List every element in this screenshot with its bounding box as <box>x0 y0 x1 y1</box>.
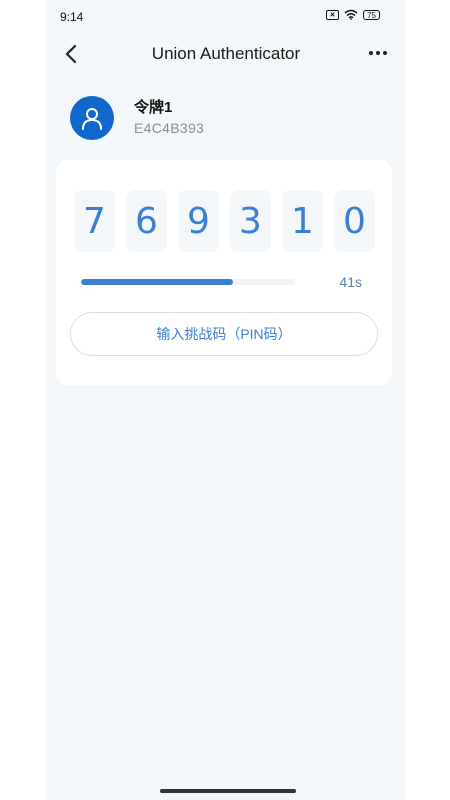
app-bar: Union Authenticator <box>46 34 406 74</box>
more-dot <box>383 51 387 55</box>
page-title: Union Authenticator <box>151 44 301 63</box>
otp-card: 7 6 9 3 1 0 41s 输入挑战码（PIN码） <box>56 160 392 385</box>
status-icons: 75 <box>326 9 380 20</box>
countdown-timer: 41s <box>339 274 362 290</box>
otp-digit: 3 <box>230 190 271 252</box>
account-name: 令牌1 <box>134 99 173 116</box>
account-serial: E4C4B393 <box>134 120 205 136</box>
account-header: 令牌1 E4C4B393 <box>70 96 370 144</box>
phone-screen: 9:14 75 Union Authenticator 令牌1 E4C4B393… <box>46 0 406 800</box>
user-icon <box>70 96 114 140</box>
more-options-icon[interactable] <box>366 43 390 63</box>
otp-digit: 9 <box>178 190 219 252</box>
no-sim-icon <box>326 9 340 20</box>
wifi-icon <box>344 9 358 20</box>
enter-pin-button[interactable]: 输入挑战码（PIN码） <box>70 312 378 356</box>
otp-digit: 7 <box>74 190 115 252</box>
home-indicator[interactable] <box>160 789 296 793</box>
status-bar: 9:14 75 <box>46 0 406 34</box>
status-time: 9:14 <box>60 10 84 24</box>
otp-digit: 1 <box>282 190 323 252</box>
otp-digit: 0 <box>334 190 375 252</box>
more-dot <box>369 51 373 55</box>
countdown-progress-bar <box>81 279 295 285</box>
more-dot <box>376 51 380 55</box>
otp-digit: 6 <box>126 190 167 252</box>
battery-icon: 75 <box>363 9 380 20</box>
otp-digits: 7 6 9 3 1 0 <box>74 190 375 252</box>
countdown-progress-fill <box>81 279 233 285</box>
